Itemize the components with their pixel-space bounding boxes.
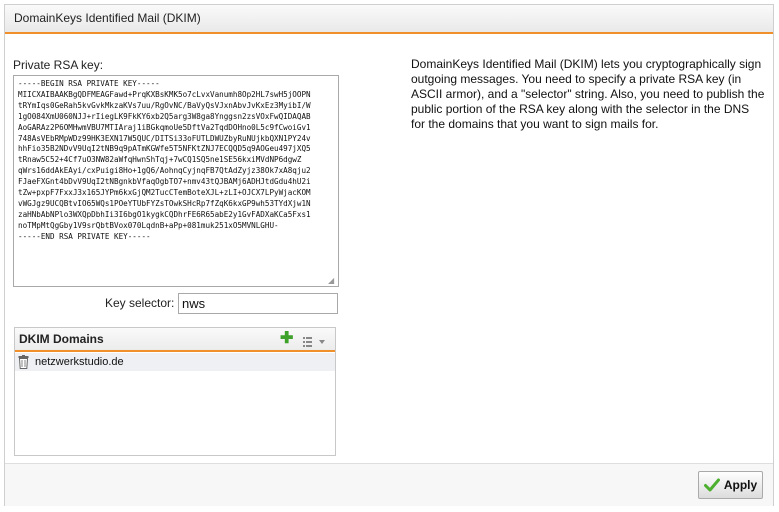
- dkim-domains-title: DKIM Domains: [19, 332, 104, 346]
- checkmark-icon: [703, 478, 720, 492]
- resize-grip-icon[interactable]: ◢: [328, 276, 337, 285]
- apply-button[interactable]: Apply: [698, 471, 763, 499]
- domain-name: netzwerkstudio.de: [35, 356, 124, 368]
- dkim-description: DomainKeys Identified Mail (DKIM) lets y…: [411, 57, 765, 131]
- dkim-domains-header: DKIM Domains ✚: [15, 328, 335, 352]
- add-domain-button[interactable]: ✚: [280, 328, 294, 350]
- trash-icon[interactable]: [18, 354, 31, 370]
- domain-list-item[interactable]: netzwerkstudio.de: [15, 353, 335, 371]
- list-menu-button[interactable]: [303, 333, 329, 347]
- dkim-domains-box: DKIM Domains ✚ netzwerkstudio.de: [14, 327, 336, 456]
- rsa-key-textarea[interactable]: -----BEGIN RSA PRIVATE KEY----- MIICXAIB…: [13, 75, 339, 287]
- list-menu-icon: [303, 337, 325, 347]
- key-selector-label: Key selector:: [105, 296, 175, 310]
- footer-bar: [5, 463, 773, 506]
- panel-title: DomainKeys Identified Mail (DKIM): [5, 5, 773, 34]
- key-selector-input[interactable]: [178, 293, 338, 314]
- rsa-key-label: Private RSA key:: [13, 58, 104, 72]
- dkim-panel: DomainKeys Identified Mail (DKIM) Privat…: [4, 4, 774, 506]
- apply-label: Apply: [723, 478, 758, 492]
